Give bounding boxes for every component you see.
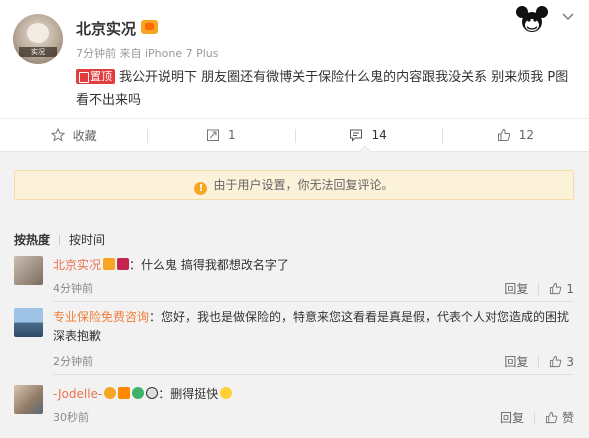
reply-button[interactable]: 回复 (504, 353, 538, 370)
comment-like-button[interactable]: 3 (549, 355, 574, 369)
chevron-down-icon[interactable] (561, 12, 575, 22)
post-content: 置顶 我公开说明下 朋友圈还有微博关于保险什么鬼的内容跟我没关系 别来烦我 P图看… (76, 66, 571, 112)
shield-icon (132, 387, 145, 399)
warning-icon: ! (194, 182, 208, 195)
reply-button[interactable]: 回复 (500, 409, 534, 426)
comment-count: 14 (371, 128, 387, 142)
tool-separator (538, 282, 540, 295)
comment-like-count: 赞 (561, 411, 574, 425)
vip-icon (118, 387, 131, 399)
comment-like-count: 3 (566, 354, 574, 369)
comment-like-button[interactable]: 1 (549, 282, 574, 296)
v-verified-icon (104, 387, 117, 399)
thumbs-up-icon (550, 355, 562, 368)
pinned-badge: 置顶 (76, 69, 115, 84)
sort-separator (59, 235, 61, 245)
comment-text: ：删得挺快 (158, 387, 219, 401)
reply-button[interactable]: 回复 (504, 280, 538, 297)
post-meta: 7分钟前 来自 iPhone 7 Plus (76, 47, 219, 60)
favorite-label: 收藏 (72, 128, 97, 143)
comment-tools: 回复 3 (504, 353, 574, 370)
comment-text: ：什么鬼 搞得我都想改名字了 (129, 258, 289, 272)
sort-by-time[interactable]: 按时间 (69, 233, 105, 247)
comment-body: -Jodelle- ：删得挺快 (53, 385, 573, 404)
comment-like-count: 1 (566, 281, 574, 296)
tool-separator (533, 411, 535, 424)
thumbs-up-icon (497, 128, 510, 141)
member-icon (117, 258, 130, 270)
comment-divider (53, 374, 574, 375)
sort-by-hot[interactable]: 按热度 (14, 233, 50, 247)
reply-restricted-notice: ! 由于用户设置，你无法回复评论。 (14, 170, 574, 200)
action-bar: 收藏 1 14 12 (0, 118, 589, 152)
avatar-label: 实况 (19, 47, 57, 57)
commenter-avatar[interactable] (14, 256, 43, 285)
comment-body: 北京实况 ：什么鬼 搞得我都想改名字了 (53, 256, 573, 275)
commenter-name[interactable]: 北京实况 (53, 258, 101, 272)
vip-icon (141, 20, 158, 34)
notice-text: 由于用户设置，你无法回复评论。 (213, 178, 394, 192)
commenter-name[interactable]: 专业保险免费咨询 (53, 310, 149, 324)
thumbs-up-icon (545, 411, 558, 424)
panda-icon (146, 387, 159, 399)
author-avatar[interactable]: 实况 (13, 14, 63, 64)
commenter-avatar[interactable] (14, 308, 43, 337)
favorite-button[interactable]: 收藏 (0, 119, 147, 151)
weibo-post: 实况 北京实况 7分钟前 来自 iPhone 7 Plus 置顶 我公开说明下 朋… (0, 0, 589, 118)
thumbs-up-icon (550, 282, 562, 295)
comment-item: 北京实况 ：什么鬼 搞得我都想改名字了 4分钟前 回复 1 (14, 256, 574, 302)
comment-icon (350, 129, 363, 142)
vip-icon (103, 258, 116, 270)
repost-icon (207, 129, 220, 141)
like-count: 12 (518, 128, 535, 142)
commenter-name[interactable]: -Jodelle- (53, 387, 102, 401)
comment-item: -Jodelle- ：删得挺快 30秒前 回复 赞 (14, 385, 574, 431)
comment-divider (53, 301, 574, 302)
post-text: 我公开说明下 朋友圈还有微博关于保险什么鬼的内容跟我没关系 别来烦我 P图看不出… (76, 70, 569, 108)
comment-item: 专业保险免费咨询：您好，我也是做保险的，特意来您这看看是真是假，代表个人对您造成… (14, 308, 574, 378)
like-button[interactable]: 12 (441, 119, 589, 151)
repost-button[interactable]: 1 (147, 119, 294, 151)
comment-time: 4分钟前 (53, 282, 93, 295)
comment-tools: 回复 1 (504, 280, 574, 297)
comment-sort: 按热度 按时间 (14, 231, 105, 248)
author-name[interactable]: 北京实况 (76, 18, 136, 39)
comments-section: ! 由于用户设置，你无法回复评论。 按热度 按时间 北京实况 ：什么鬼 搞得我都想改名… (0, 152, 589, 438)
comment-body: 专业保险免费咨询：您好，我也是做保险的，特意来您这看看是真是假，代表个人对您造成… (53, 308, 573, 346)
star-icon (50, 128, 65, 142)
commenter-avatar[interactable] (14, 385, 43, 414)
avatar-face (27, 23, 49, 43)
emoji-icon (220, 387, 233, 399)
comment-like-button[interactable]: 赞 (545, 409, 574, 426)
tool-separator (538, 355, 540, 368)
repost-count: 1 (228, 128, 236, 142)
comment-time: 30秒前 (53, 411, 89, 424)
mickey-icon (516, 6, 548, 32)
comment-time: 2分钟前 (53, 355, 93, 368)
comment-tools: 回复 赞 (500, 409, 574, 426)
